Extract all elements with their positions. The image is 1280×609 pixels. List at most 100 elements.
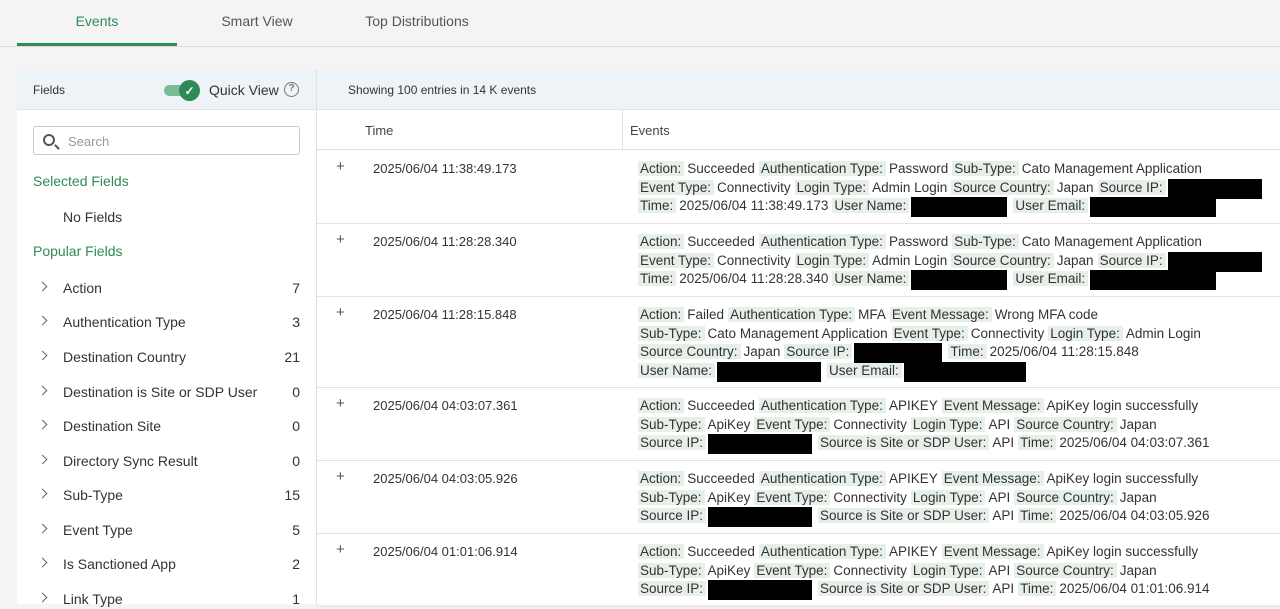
tab-bar: Events Smart View Top Distributions xyxy=(0,0,1280,47)
no-fields-text: No Fields xyxy=(63,209,123,225)
selected-fields-title: Selected Fields xyxy=(33,173,129,189)
event-detail-line: Sub-Type: ApiKey Event Type: Connectivity Lo… xyxy=(638,416,1214,435)
redacted-value xyxy=(903,361,1026,382)
event-field-key: User Email: xyxy=(827,362,902,378)
redacted-value xyxy=(1167,251,1262,272)
event-field-value: Succeeded xyxy=(687,398,755,413)
expand-row-icon[interactable]: + xyxy=(336,541,345,558)
event-field-key: Action: xyxy=(638,307,685,322)
expand-row-icon[interactable]: + xyxy=(336,158,345,175)
event-field-value: ApiKey xyxy=(707,416,751,432)
event-field-key: Event Type: xyxy=(638,252,715,268)
event-field-key: Event Message: xyxy=(889,307,992,322)
field-item[interactable]: Destination is Site or SDP User 0 xyxy=(33,382,300,402)
chevron-right-icon xyxy=(37,592,48,603)
event-time: 2025/06/04 01:01:06.914 xyxy=(373,544,518,559)
expand-row-icon[interactable]: + xyxy=(336,231,345,248)
event-field-value: Succeeded xyxy=(687,234,755,249)
event-field-key: Login Type: xyxy=(910,416,986,432)
event-detail-line: Action: Succeeded Authentication Type: Pass… xyxy=(638,233,1268,252)
event-field-key: Time: xyxy=(1018,581,1057,597)
event-field-key: Source IP: xyxy=(1097,179,1166,195)
field-item[interactable]: Destination Site 0 xyxy=(33,416,300,436)
field-item[interactable]: Destination Country 21 xyxy=(33,347,300,367)
popular-fields-title: Popular Fields xyxy=(33,243,123,259)
chevron-right-icon xyxy=(37,454,48,465)
redacted-value xyxy=(708,580,813,601)
event-field-key: Event Type: xyxy=(754,416,831,432)
event-field-value: MFA xyxy=(858,307,886,322)
event-field-key: Login Type: xyxy=(1048,325,1123,341)
quick-view-toggle[interactable]: ✓ xyxy=(164,80,202,101)
field-item[interactable]: Authentication Type 3 xyxy=(33,312,300,332)
field-name: Sub-Type xyxy=(63,487,123,503)
field-item[interactable]: Event Type 5 xyxy=(33,520,300,540)
tab-top-distributions[interactable]: Top Distributions xyxy=(337,0,497,46)
event-field-key: Event Message: xyxy=(941,471,1044,486)
event-field-key: Action: xyxy=(638,544,685,559)
tab-smart-view[interactable]: Smart View xyxy=(177,0,337,46)
event-time: 2025/06/04 04:03:07.361 xyxy=(373,398,518,413)
event-details: Action: Succeeded Authentication Type: APIK… xyxy=(638,543,1214,601)
chevron-right-icon xyxy=(37,385,48,396)
field-item[interactable]: Directory Sync Result 0 xyxy=(33,451,300,471)
field-count: 15 xyxy=(284,487,300,503)
event-detail-line: Action: Succeeded Authentication Type: APIK… xyxy=(638,470,1214,489)
field-item[interactable]: Action 7 xyxy=(33,278,300,298)
event-field-key: User Email: xyxy=(1013,271,1089,287)
field-name: Authentication Type xyxy=(63,314,186,330)
field-name: Directory Sync Result xyxy=(63,453,198,469)
event-detail-line: User Name: User Email: xyxy=(638,361,1205,382)
field-count: 21 xyxy=(284,349,300,365)
help-icon[interactable]: ? xyxy=(284,82,299,97)
event-field-key: Source is Site or SDP User: xyxy=(818,435,990,451)
field-name: Is Sanctioned App xyxy=(63,556,176,572)
event-field-key: Event Type: xyxy=(754,489,831,505)
event-field-value: API xyxy=(992,435,1015,451)
event-detail-line: Source IP: Source is Site or SDP User: API… xyxy=(638,434,1214,455)
field-item[interactable]: Link Type 1 xyxy=(33,589,300,609)
search-input[interactable] xyxy=(68,132,288,150)
event-field-key: Event Type: xyxy=(638,179,715,195)
event-field-value: 2025/06/04 11:28:28.340 xyxy=(679,271,829,287)
redacted-value xyxy=(1167,178,1262,199)
event-field-value: Admin Login xyxy=(1125,325,1201,341)
event-row: +2025/06/04 11:28:15.848 Action: Failed Aut… xyxy=(317,297,1280,388)
redacted-value xyxy=(1090,270,1217,291)
event-field-key: Authentication Type: xyxy=(758,234,886,249)
event-field-key: Event Type: xyxy=(754,562,831,578)
column-divider[interactable] xyxy=(622,110,623,150)
event-details: Action: Succeeded Authentication Type: Pass… xyxy=(638,160,1268,218)
field-name: Destination Site xyxy=(63,418,162,434)
sidebar-header: Fields ✓ Quick View ? xyxy=(17,70,316,110)
event-field-value: Connectivity xyxy=(717,252,791,268)
event-time: 2025/06/04 11:28:15.848 xyxy=(373,307,517,322)
chevron-right-icon xyxy=(37,350,48,361)
event-field-key: Time: xyxy=(638,198,677,214)
event-detail-line: Action: Succeeded Authentication Type: Pass… xyxy=(638,160,1268,179)
field-item[interactable]: Is Sanctioned App 2 xyxy=(33,554,300,574)
field-count: 0 xyxy=(292,384,300,400)
event-field-key: Sub-Type: xyxy=(638,416,705,432)
expand-row-icon[interactable]: + xyxy=(336,304,345,321)
event-field-value: ApiKey login successfully xyxy=(1046,398,1199,413)
event-field-value: Succeeded xyxy=(687,161,755,176)
event-field-value: Failed xyxy=(687,307,725,322)
redacted-value xyxy=(708,434,813,455)
event-field-value: Password xyxy=(888,234,949,249)
event-field-value: Connectivity xyxy=(833,562,907,578)
expand-row-icon[interactable]: + xyxy=(336,395,345,412)
event-field-value: Japan xyxy=(1056,252,1094,268)
field-item[interactable]: Sub-Type 15 xyxy=(33,485,300,505)
chevron-right-icon xyxy=(37,419,48,430)
event-field-key: Action: xyxy=(638,471,685,486)
chevron-right-icon xyxy=(37,488,48,499)
event-field-value: Japan xyxy=(1056,179,1094,195)
event-field-value: Admin Login xyxy=(872,252,948,268)
event-field-value: Japan xyxy=(1119,562,1157,578)
expand-row-icon[interactable]: + xyxy=(336,468,345,485)
event-field-value: APIKEY xyxy=(888,398,938,413)
tab-events[interactable]: Events xyxy=(17,0,177,46)
chevron-right-icon xyxy=(37,315,48,326)
column-header-time[interactable]: Time xyxy=(365,123,393,138)
